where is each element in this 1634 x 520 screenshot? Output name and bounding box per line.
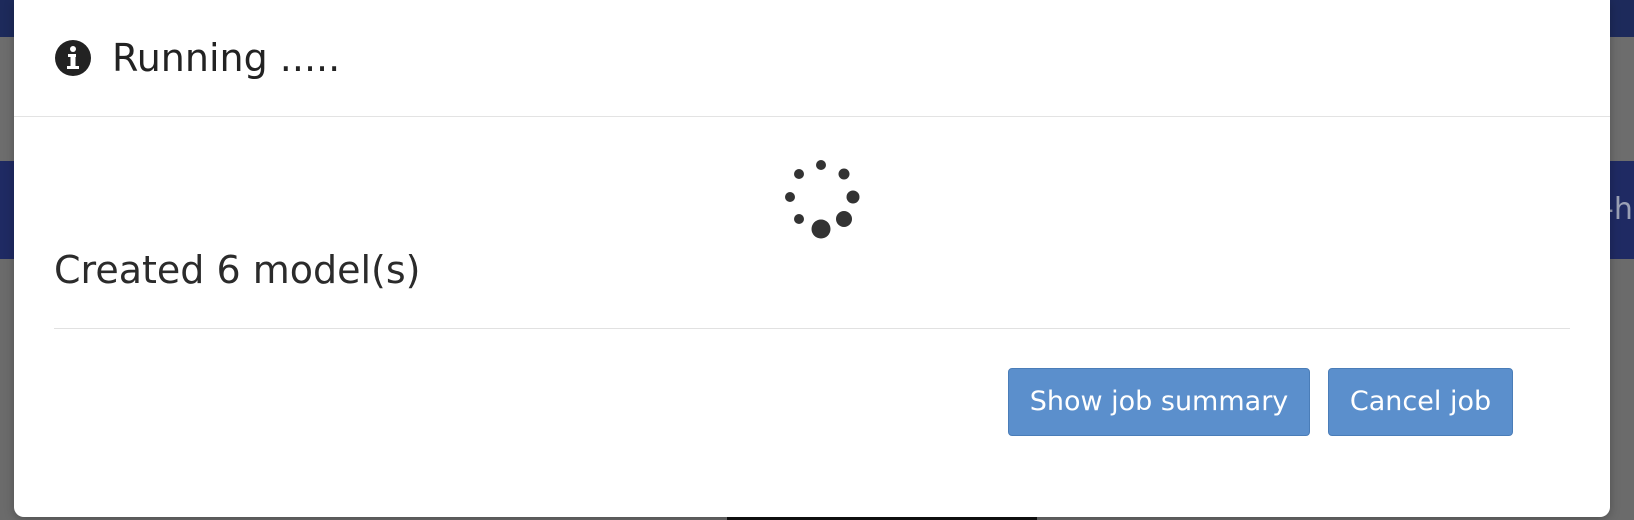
show-job-summary-button[interactable]: Show job summary bbox=[1008, 368, 1310, 436]
loading-spinner-icon bbox=[776, 155, 866, 245]
modal-header: Running ..... bbox=[14, 0, 1610, 117]
divider bbox=[54, 328, 1570, 329]
modal-title: Running ..... bbox=[112, 36, 341, 80]
cancel-job-button[interactable]: Cancel job bbox=[1328, 368, 1513, 436]
info-circle-icon bbox=[54, 39, 92, 77]
running-job-modal: Running ..... Created 6 model(s) Show jo… bbox=[14, 0, 1610, 517]
job-status-text: Created 6 model(s) bbox=[54, 248, 421, 292]
